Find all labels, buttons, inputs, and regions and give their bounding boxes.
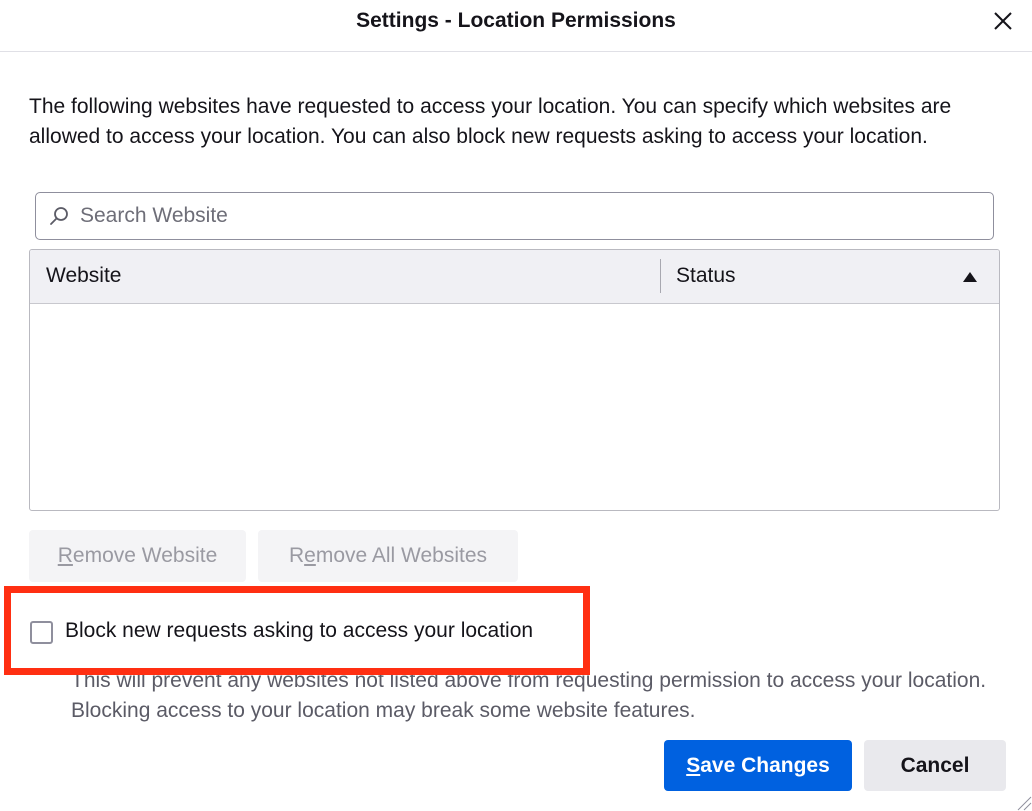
dialog-title: Settings - Location Permissions [356, 9, 676, 32]
table-header: Website Status [30, 250, 999, 304]
location-permissions-dialog: Settings - Location Permissions The foll… [0, 0, 1032, 811]
highlight-box [4, 586, 590, 675]
search-box[interactable] [35, 192, 994, 240]
cancel-button[interactable]: Cancel [864, 740, 1006, 791]
save-changes-button[interactable]: Save Changes [664, 740, 852, 791]
column-header-status[interactable]: Status [676, 264, 736, 288]
title-bar: Settings - Location Permissions [0, 0, 1032, 52]
permission-description: The following websites have requested to… [29, 95, 952, 148]
column-divider[interactable] [660, 259, 661, 293]
sort-ascending-icon [963, 272, 977, 282]
button-label-prefix: R [288, 544, 305, 567]
resize-grip-icon[interactable] [1014, 793, 1032, 811]
close-button[interactable] [988, 6, 1018, 36]
close-icon [994, 12, 1012, 30]
website-table: Website Status [29, 249, 1000, 511]
search-input[interactable] [78, 193, 978, 239]
remove-all-websites-button[interactable]: Remove All Websites [258, 530, 518, 582]
block-requests-note: This will prevent any websites not liste… [71, 669, 987, 722]
remove-website-button[interactable]: Remove Website [29, 530, 246, 582]
search-icon [50, 207, 68, 225]
accesskey-letter: S [686, 754, 701, 777]
button-label: ave Changes [700, 754, 830, 777]
button-label: emove Website [72, 544, 218, 567]
button-label: move All Websites [315, 544, 488, 567]
accesskey-letter: R [57, 544, 73, 567]
column-header-website[interactable]: Website [46, 264, 121, 288]
accesskey-letter: e [304, 544, 316, 567]
